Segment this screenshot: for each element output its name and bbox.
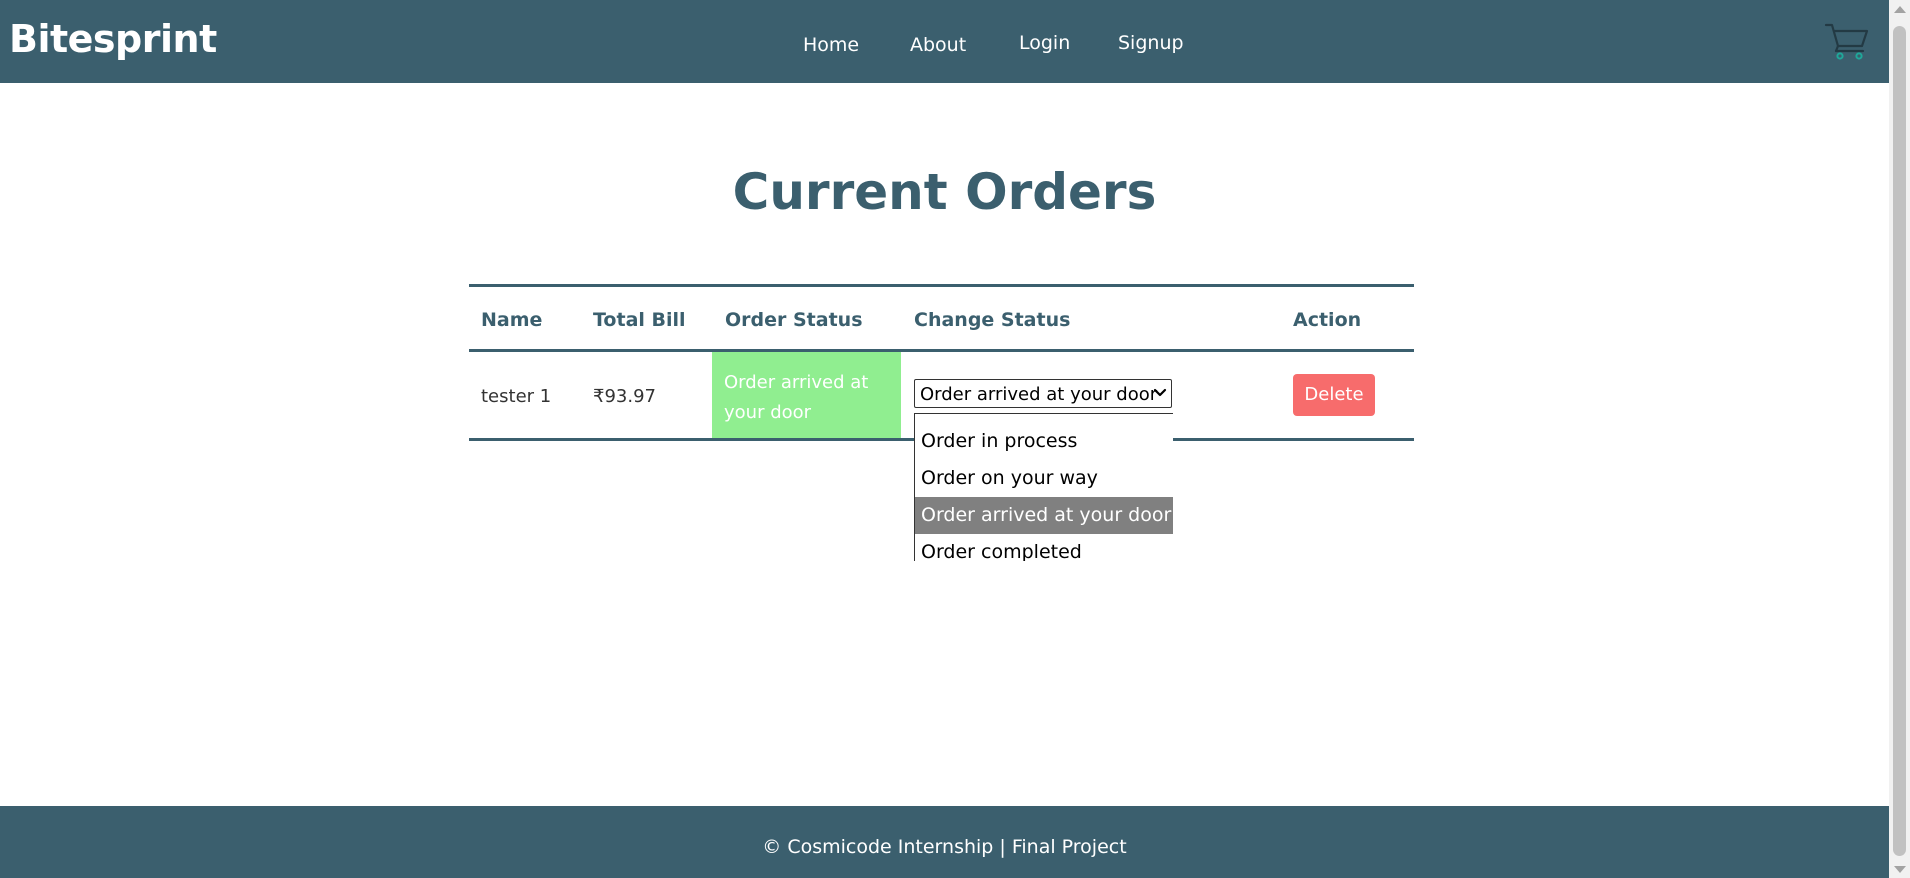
status-dropdown-list: Order in process Order on your way Order…	[914, 413, 1173, 561]
page-title: Current Orders	[732, 163, 1157, 221]
column-header-order-status: Order Status	[725, 309, 863, 331]
order-status-text: Order arrived at your door	[724, 372, 869, 423]
top-navbar: Bitesprint Home About Login Signup	[0, 0, 1889, 83]
scroll-up-icon[interactable]	[1894, 6, 1906, 13]
column-header-action: Action	[1293, 309, 1362, 331]
scroll-down-icon[interactable]	[1894, 866, 1906, 873]
status-option-in-process[interactable]: Order in process	[915, 423, 1173, 460]
main-nav: Home About Login Signup	[0, 32, 1889, 62]
chevron-down-icon	[1153, 383, 1167, 403]
nav-signup-link[interactable]: Signup	[1118, 32, 1184, 54]
column-header-name: Name	[481, 309, 543, 331]
column-header-change-status: Change Status	[914, 309, 1071, 331]
column-header-total-bill: Total Bill	[593, 309, 686, 331]
footer: © Cosmicode Internship | Final Project	[0, 806, 1889, 878]
order-total-bill: ₹93.97	[593, 386, 656, 407]
status-option-completed[interactable]: Order completed	[915, 534, 1173, 561]
scrollbar-thumb[interactable]	[1893, 26, 1906, 856]
cart-icon[interactable]	[1824, 20, 1870, 60]
nav-login-link[interactable]: Login	[1019, 32, 1070, 54]
nav-home-link[interactable]: Home	[803, 34, 859, 56]
order-status-badge: Order arrived at your door	[712, 352, 901, 438]
status-option-on-your-way[interactable]: Order on your way	[915, 460, 1173, 497]
status-option-arrived[interactable]: Order arrived at your door	[915, 497, 1173, 534]
page-scrollbar[interactable]	[1889, 0, 1910, 878]
order-name: tester 1	[481, 386, 552, 407]
table-header: Name Total Bill Order Status Change Stat…	[469, 287, 1414, 352]
delete-button[interactable]: Delete	[1293, 374, 1375, 416]
footer-text: © Cosmicode Internship | Final Project	[762, 836, 1127, 858]
change-status-value: Order arrived at your door	[920, 384, 1158, 405]
page: Bitesprint Home About Login Signup Curre…	[0, 0, 1910, 878]
change-status-select[interactable]: Order arrived at your door	[914, 379, 1172, 408]
nav-about-link[interactable]: About	[910, 34, 966, 56]
